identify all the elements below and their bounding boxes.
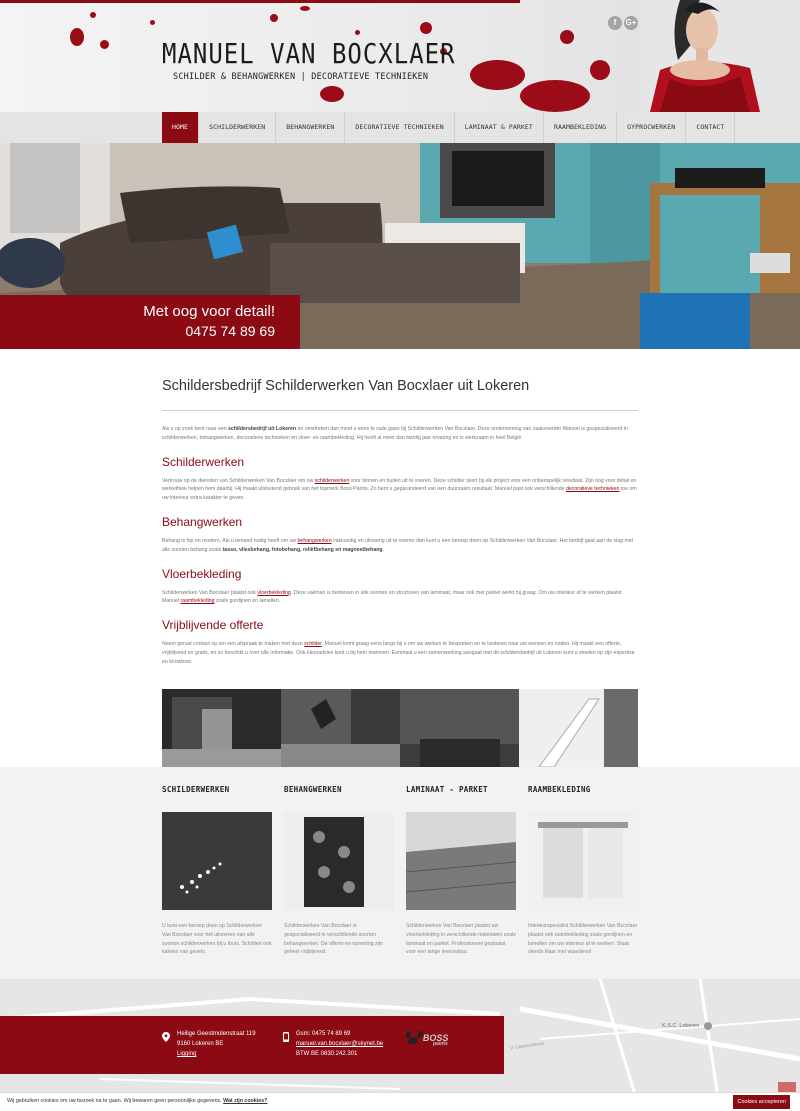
paint-splash [470,60,525,90]
service-text: Schilderwerken Van Bocxlaer is gespecial… [284,923,383,956]
service-card-laminaat-parket[interactable]: LAMINAAT - PARKET Schilderwerken Van Boc… [406,785,516,957]
link-decoratieve-technieken[interactable]: decoratieve technieken [566,486,619,492]
services-section: SCHILDERWERKEN U kunt een beroep doen op… [0,767,800,979]
cookie-text: Wij gebruiken cookies om uw bezoek na te… [7,1098,268,1104]
hero-contact-badge: Met oog voor detail! 0475 74 89 69 [0,295,300,349]
footer-email-link[interactable]: manuel.van.bocxlaer@skynet.be [296,1041,383,1047]
paint-splash [90,12,96,18]
model-illustration [640,0,800,112]
footer-btw: BTW BE 0830.242.301 [296,1051,358,1057]
boss-mark-icon: ▚▞ [405,1033,421,1044]
service-text: U kunt een beroep doen op Schilderwerken… [162,923,272,956]
paint-splash [520,80,590,112]
paint-splash [355,30,360,35]
boss-paints-logo[interactable]: ▚▞ BOSS paints [405,1033,448,1047]
nav-item-raambekleding[interactable]: RAAMBEKLEDING [544,112,618,143]
top-accent-bar [0,0,520,3]
service-text: Schilderwerken Van Bocxlaer plaatst uw v… [406,923,516,956]
site-header: MANUEL VAN BOCXLAER SCHILDER & BEHANGWER… [0,0,800,112]
paint-splash [150,20,155,25]
service-image [162,812,272,910]
hero-phone[interactable]: 0475 74 89 69 [185,323,275,339]
service-image [528,812,638,910]
offerte-paragraph: Neem gerust contact op om een afspraak t… [162,641,635,665]
phone-icon [283,1032,289,1042]
site-logo-subtitle: SCHILDER & BEHANGWERKEN | DECORATIEVE TE… [173,72,429,82]
link-vloerbekleding[interactable]: vloerbekleding [257,590,290,596]
site-logo-title[interactable]: MANUEL VAN BOCXLAER [162,38,456,70]
schilderwerken-paragraph: Vertrouw op de diensten van Schilderwerk… [162,477,637,502]
paint-splash [590,60,610,80]
accept-cookies-button[interactable]: Cookies accepteren [733,1095,790,1109]
nav-item-contact[interactable]: CONTACT [686,112,736,143]
link-raambekleding[interactable]: raambekleding [180,598,214,604]
divider [162,410,638,411]
facebook-icon[interactable]: f [608,16,622,30]
paint-splash [420,22,432,34]
address-line-1: Heilige Geestmolenstraat 119 [177,1031,256,1037]
intro-paragraph: Als u op zoek bent naar een schildersbed… [162,426,628,441]
map-pin-icon [162,1032,170,1042]
gallery-image-stairs[interactable] [519,689,638,767]
service-title: LAMINAAT - PARKET [406,785,488,794]
nav-item-schilderwerken[interactable]: SCHILDERWERKEN [199,112,277,143]
gallery-image-living[interactable] [281,689,400,767]
nav-item-laminaat-parket[interactable]: LAMINAAT & PARKET [455,112,544,143]
nav-item-decoratieve-technieken[interactable]: DECORATIEVE TECHNIEKEN [345,112,455,143]
service-title: BEHANGWERKEN [284,785,342,794]
cookie-info-link[interactable]: Wat zijn cookies? [223,1098,267,1104]
section-heading-offerte: Vrijblijvende offerte [162,618,264,633]
page-title: Schildersbedrijf Schilderwerken Van Bocx… [162,378,530,394]
section-heading-vloerbekleding: Vloerbekleding [162,566,242,581]
address-line-2: 9160 Lokeren BE [177,1041,224,1047]
nav-item-behangwerken[interactable]: BEHANGWERKEN [276,112,346,143]
footer-contact-info: Gsm: 0475 74 89 69 manuel.van.bocxlaer@s… [296,1029,383,1059]
gallery-image-bedroom[interactable] [400,689,519,767]
vloerbekleding-paragraph: Schilderwerken Van Bocxlaer plaatst ook … [162,589,622,605]
map-label: K.S.C. Lokeren [662,1023,700,1029]
google-plus-icon[interactable]: G+ [624,16,638,30]
service-card-raambekleding[interactable]: RAAMBEKLEDING Interieurspecialist Schild… [528,785,638,957]
footer-contact: Heilige Geestmolenstraat 119 9160 Lokere… [0,1016,504,1074]
nav-item-gyprocwerken[interactable]: GYPROCWERKEN [617,112,687,143]
service-text: Interieurspecialist Schilderwerken Van B… [528,923,638,956]
paint-splash [300,6,310,11]
link-schilderwerken[interactable]: schilderwerken [315,478,350,484]
paint-splash [560,30,574,44]
main-content: Schildersbedrijf Schilderwerken Van Bocx… [162,378,638,667]
service-image [284,812,394,910]
link-behangwerken[interactable]: behangwerken [298,538,332,544]
service-card-behangwerken[interactable]: BEHANGWERKEN Schilderwerken Van Bocxlaer… [284,785,394,957]
gallery-image-hall[interactable] [162,689,281,767]
hero-tagline: Met oog voor detail! [143,303,275,320]
link-schilder[interactable]: schilder [304,641,322,647]
service-title: SCHILDERWERKEN [162,785,230,794]
paint-splash [100,40,109,49]
footer-gsm[interactable]: Gsm: 0475 74 89 69 [296,1029,383,1039]
ligging-link[interactable]: Ligging [177,1051,196,1057]
service-image [406,812,516,910]
section-heading-schilderwerken: Schilderwerken [162,454,245,469]
nav-item-home[interactable]: HOME [162,112,200,143]
section-heading-behangwerken: Behangwerken [162,514,243,529]
service-title: RAAMBEKLEDING [528,785,591,794]
behangwerken-paragraph: Behang is hip en modern. Als u iemand no… [162,537,634,553]
paint-splash [70,28,84,46]
service-card-schilderwerken[interactable]: SCHILDERWERKEN U kunt een beroep doen op… [162,785,272,957]
image-gallery [162,689,638,767]
cookie-bar: Wij gebruiken cookies om uw bezoek na te… [0,1092,800,1111]
footer-address: Heilige Geestmolenstraat 119 9160 Lokere… [177,1029,256,1059]
paint-splash [320,86,344,102]
paint-splash [270,14,278,22]
main-navigation: HOME SCHILDERWERKEN BEHANGWERKEN DECORAT… [0,112,800,143]
